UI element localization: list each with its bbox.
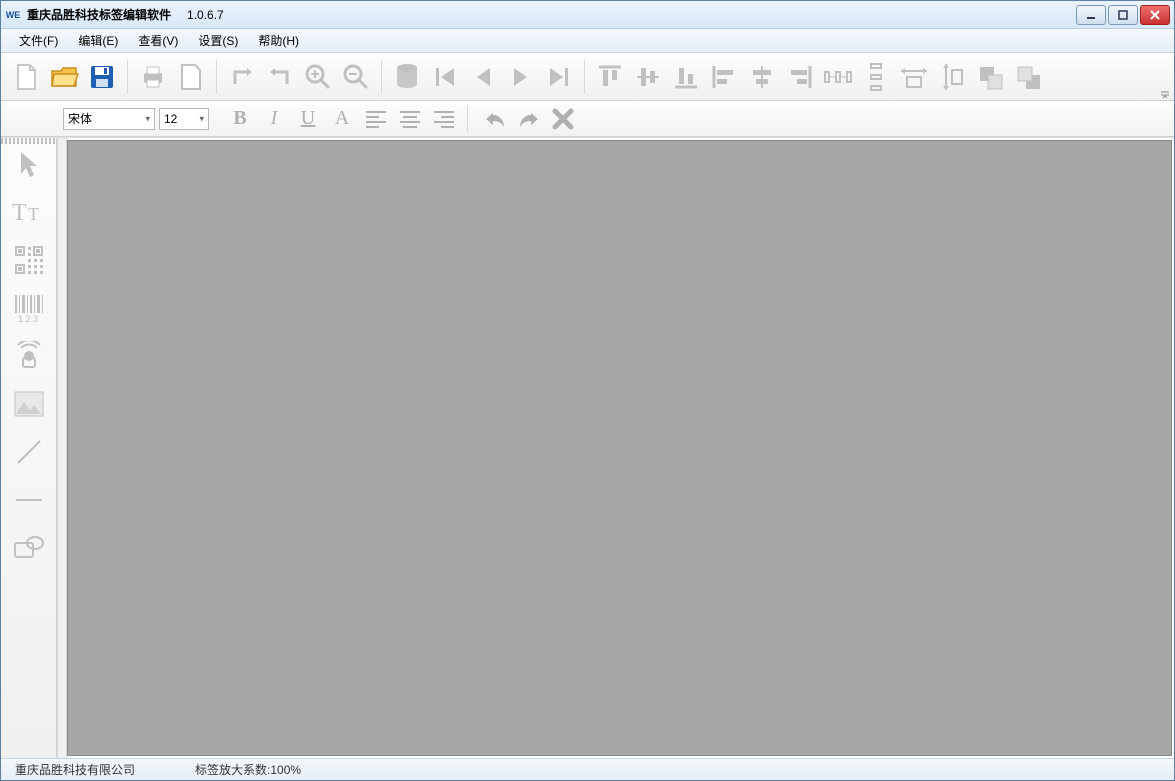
format-toolbar: 宋体 ▾ 12 ▾ B I U A bbox=[1, 101, 1174, 137]
bring-front-button[interactable] bbox=[971, 58, 1009, 96]
page-button[interactable] bbox=[172, 58, 210, 96]
svg-text:1 2 3: 1 2 3 bbox=[18, 314, 38, 324]
font-color-button[interactable]: A bbox=[327, 104, 357, 134]
prev-record-button[interactable] bbox=[464, 58, 502, 96]
chevron-down-icon: ▾ bbox=[199, 113, 204, 124]
bold-button[interactable]: B bbox=[225, 104, 255, 134]
align-vcenter-button[interactable] bbox=[629, 58, 667, 96]
image-tool[interactable] bbox=[9, 384, 49, 424]
zoom-out-button[interactable] bbox=[337, 58, 375, 96]
last-record-button[interactable] bbox=[540, 58, 578, 96]
main-toolbar bbox=[1, 53, 1174, 101]
font-name-combo[interactable]: 宋体 ▾ bbox=[63, 108, 155, 130]
status-bar: 重庆品胜科技有限公司 标签放大系数:100% bbox=[1, 758, 1174, 780]
line-tool[interactable] bbox=[9, 432, 49, 472]
qrcode-tool[interactable] bbox=[9, 240, 49, 280]
app-version: 1.0.6.7 bbox=[187, 8, 224, 22]
app-title: 重庆品胜科技标签编辑软件 bbox=[27, 6, 171, 23]
vertical-scroll-track[interactable] bbox=[57, 138, 67, 758]
app-icon: WE bbox=[5, 7, 21, 23]
redo-button[interactable] bbox=[514, 104, 544, 134]
send-back-button[interactable] bbox=[1009, 58, 1047, 96]
menu-help[interactable]: 帮助(H) bbox=[248, 29, 309, 52]
align-bottom-button[interactable] bbox=[667, 58, 705, 96]
menu-edit[interactable]: 编辑(E) bbox=[68, 29, 128, 52]
text-align-left-button[interactable] bbox=[361, 104, 391, 134]
font-name-value: 宋体 bbox=[68, 110, 92, 127]
status-zoom: 标签放大系数:100% bbox=[195, 761, 301, 778]
chevron-down-icon: ▾ bbox=[145, 113, 150, 124]
design-canvas[interactable] bbox=[67, 140, 1172, 756]
font-size-combo[interactable]: 12 ▾ bbox=[159, 108, 209, 130]
pointer-tool[interactable] bbox=[9, 144, 49, 184]
text-tool[interactable]: TT bbox=[9, 192, 49, 232]
align-left-button[interactable] bbox=[705, 58, 743, 96]
rotate-right-button[interactable] bbox=[261, 58, 299, 96]
status-company: 重庆品胜科技有限公司 bbox=[15, 761, 135, 778]
print-button[interactable] bbox=[134, 58, 172, 96]
undo-button[interactable] bbox=[480, 104, 510, 134]
open-file-button[interactable] bbox=[45, 58, 83, 96]
rfid-tool[interactable] bbox=[9, 336, 49, 376]
toolbar-overflow-icon[interactable] bbox=[1160, 88, 1170, 98]
align-right-button[interactable] bbox=[781, 58, 819, 96]
rotate-left-button[interactable] bbox=[223, 58, 261, 96]
delete-button[interactable] bbox=[548, 104, 578, 134]
shape-tool[interactable] bbox=[9, 528, 49, 568]
menu-bar: 文件(F) 编辑(E) 查看(V) 设置(S) 帮助(H) bbox=[1, 29, 1174, 53]
work-area: TT 1 2 3 bbox=[1, 137, 1174, 758]
same-width-button[interactable] bbox=[895, 58, 933, 96]
align-hcenter-button[interactable] bbox=[743, 58, 781, 96]
menu-view[interactable]: 查看(V) bbox=[128, 29, 188, 52]
new-file-button[interactable] bbox=[7, 58, 45, 96]
text-align-center-button[interactable] bbox=[395, 104, 425, 134]
save-button[interactable] bbox=[83, 58, 121, 96]
hline-tool[interactable] bbox=[9, 480, 49, 520]
maximize-button[interactable] bbox=[1108, 5, 1138, 25]
app-window: WE 重庆品胜科技标签编辑软件 1.0.6.7 文件(F) 编辑(E) 查看(V… bbox=[0, 0, 1175, 781]
underline-button[interactable]: U bbox=[293, 104, 323, 134]
same-height-button[interactable] bbox=[933, 58, 971, 96]
next-record-button[interactable] bbox=[502, 58, 540, 96]
distribute-v-button[interactable] bbox=[857, 58, 895, 96]
align-top-button[interactable] bbox=[591, 58, 629, 96]
distribute-h-button[interactable] bbox=[819, 58, 857, 96]
menu-settings[interactable]: 设置(S) bbox=[188, 29, 248, 52]
font-size-value: 12 bbox=[164, 112, 177, 126]
menu-file[interactable]: 文件(F) bbox=[9, 29, 68, 52]
svg-text:T: T bbox=[12, 200, 27, 226]
first-record-button[interactable] bbox=[426, 58, 464, 96]
italic-button[interactable]: I bbox=[259, 104, 289, 134]
database-button[interactable] bbox=[388, 58, 426, 96]
text-align-right-button[interactable] bbox=[429, 104, 459, 134]
title-bar: WE 重庆品胜科技标签编辑软件 1.0.6.7 bbox=[1, 1, 1174, 29]
zoom-in-button[interactable] bbox=[299, 58, 337, 96]
tool-dock: TT 1 2 3 bbox=[1, 138, 57, 758]
close-button[interactable] bbox=[1140, 5, 1170, 25]
minimize-button[interactable] bbox=[1076, 5, 1106, 25]
svg-text:T: T bbox=[28, 204, 39, 224]
barcode-tool[interactable]: 1 2 3 bbox=[9, 288, 49, 328]
